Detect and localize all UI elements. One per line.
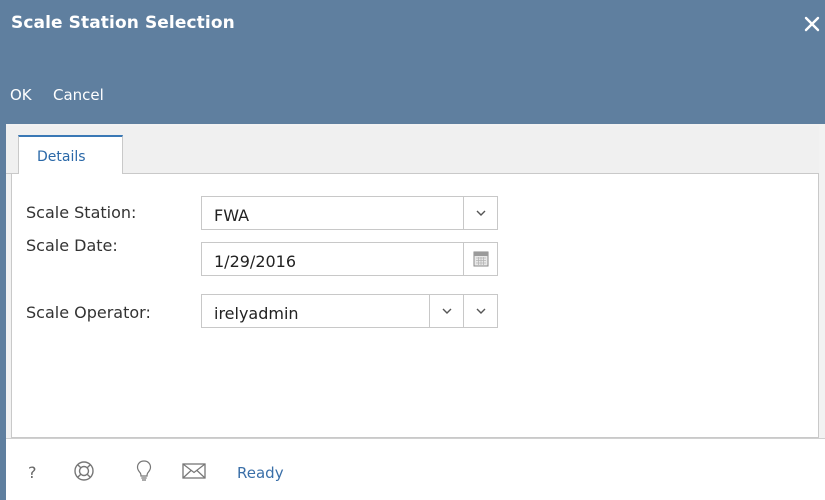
ok-button[interactable]: OK	[10, 86, 32, 104]
close-icon[interactable]	[801, 11, 823, 37]
status-text: Ready	[237, 464, 284, 482]
support-icon[interactable]	[72, 459, 96, 483]
chevron-down-icon	[476, 308, 486, 314]
scale-operator-value: irelyadmin	[214, 304, 299, 323]
tab-details[interactable]: Details	[18, 135, 123, 175]
calendar-icon	[473, 251, 489, 267]
date-picker-trigger[interactable]	[463, 243, 497, 275]
help-icon[interactable]: ?	[28, 463, 37, 487]
scale-date-value: 1/29/2016	[214, 252, 297, 271]
cancel-button[interactable]: Cancel	[53, 86, 104, 104]
lightbulb-icon[interactable]	[135, 459, 153, 483]
scale-station-combo[interactable]: FWA	[201, 196, 498, 230]
dialog-window: Scale Station Selection OK Cancel Detail…	[0, 0, 825, 500]
scale-operator-dropdown-trigger[interactable]	[429, 295, 463, 327]
status-bar: ? Ready	[6, 438, 825, 500]
tab-details-label: Details	[37, 149, 86, 165]
scale-date-label: Scale Date:	[26, 236, 118, 255]
scale-operator-secondary-dropdown[interactable]	[463, 295, 497, 327]
scale-station-dropdown-trigger[interactable]	[463, 197, 497, 229]
chevron-down-icon	[476, 210, 486, 216]
title-bar[interactable]: Scale Station Selection	[0, 0, 825, 52]
scale-date-field[interactable]: 1/29/2016	[201, 242, 498, 276]
scale-operator-label: Scale Operator:	[26, 303, 151, 322]
dialog-title: Scale Station Selection	[11, 13, 235, 33]
chevron-down-icon	[442, 308, 452, 314]
mail-icon[interactable]	[181, 459, 207, 483]
tab-strip: Details	[6, 126, 819, 175]
scale-station-label: Scale Station:	[26, 203, 137, 222]
scale-operator-combo[interactable]: irelyadmin	[201, 294, 498, 328]
scale-station-value: FWA	[214, 206, 250, 225]
